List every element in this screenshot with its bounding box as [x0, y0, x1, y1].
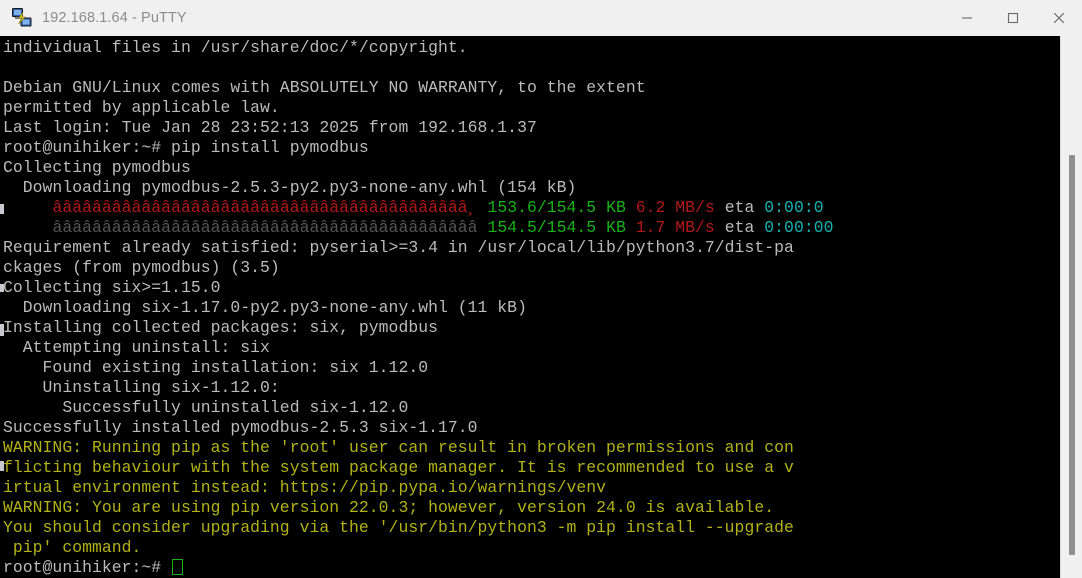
terminal-cursor [172, 559, 184, 575]
terminal-text-span: You should consider upgrading via the '/… [3, 518, 794, 537]
terminal-text-span [715, 218, 725, 237]
render-artifact [0, 324, 4, 336]
window-title: 192.168.1.64 - PuTTY [42, 10, 187, 26]
terminal-line: ââââââââââââââââââââââââââââââââââââââââ… [3, 198, 833, 218]
terminal-text-span: Uninstalling six-1.12.0: [3, 378, 280, 397]
terminal-line: Downloading six-1.17.0-py2.py3-none-any.… [3, 298, 833, 318]
terminal-line: permitted by applicable law. [3, 98, 833, 118]
terminal-line: Last login: Tue Jan 28 23:52:13 2025 fro… [3, 118, 833, 138]
terminal-line: Collecting pymodbus [3, 158, 833, 178]
terminal-text-span: Collecting pymodbus [3, 158, 191, 177]
terminal-line: irtual environment instead: https://pip.… [3, 478, 833, 498]
minimize-button[interactable] [944, 0, 990, 36]
terminal-text-span [3, 198, 52, 217]
terminal-viewport[interactable]: individual files in /usr/share/doc/*/cop… [0, 36, 1060, 578]
terminal-line: Downloading pymodbus-2.5.3-py2.py3-none-… [3, 178, 833, 198]
terminal-text-span [3, 218, 52, 237]
terminal-text-span: ckages (from pymodbus) (3.5) [3, 258, 280, 277]
terminal-text-span: 153.6/154.5 KB [487, 198, 626, 217]
terminal-text-span: ââââââââââââââââââââââââââââââââââââââââ… [52, 198, 468, 217]
terminal-text-span: Last login: Tue Jan 28 23:52:13 2025 fro… [3, 118, 537, 137]
terminal-text-span: Downloading six-1.17.0-py2.py3-none-any.… [3, 298, 527, 317]
terminal-line: WARNING: You are using pip version 22.0.… [3, 498, 833, 518]
terminal-text-span [626, 198, 636, 217]
terminal-line: pip' command. [3, 538, 833, 558]
terminal-line: You should consider upgrading via the '/… [3, 518, 833, 538]
terminal-text-span [626, 218, 636, 237]
terminal-text-span: WARNING: You are using pip version 22.0.… [3, 498, 775, 517]
terminal-text-span: eta [724, 198, 755, 217]
terminal-line: root@unihiker:~# pip install pymodbus [3, 138, 833, 158]
terminal-line: Collecting six>=1.15.0 [3, 278, 833, 298]
maximize-icon [1007, 12, 1019, 24]
terminal-line: Installing collected packages: six, pymo… [3, 318, 833, 338]
terminal-text-span: Found existing installation: six 1.12.0 [3, 358, 429, 377]
terminal-text-span [754, 218, 764, 237]
terminal-text-span: Requirement already satisfied: pyserial>… [3, 238, 794, 257]
terminal-text-span: 0:00:00 [764, 218, 834, 237]
terminal-text-span: 0:00:0 [764, 198, 824, 217]
terminal-text-span [478, 198, 488, 217]
terminal-text-span: Debian GNU/Linux comes with ABSOLUTELY N… [3, 78, 646, 97]
terminal-line: individual files in /usr/share/doc/*/cop… [3, 38, 833, 58]
title-bar[interactable]: 192.168.1.64 - PuTTY [0, 0, 1082, 36]
window-controls [944, 0, 1082, 36]
terminal-text-span: Installing collected packages: six, pymo… [3, 318, 438, 337]
render-artifact [0, 284, 4, 292]
terminal-text-span: individual files in /usr/share/doc/*/cop… [3, 38, 468, 57]
terminal-text-span: pip' command. [3, 538, 142, 557]
terminal-line: WARNING: Running pip as the 'root' user … [3, 438, 833, 458]
terminal-text-span: Successfully uninstalled six-1.12.0 [3, 398, 409, 417]
terminal-line: Uninstalling six-1.12.0: [3, 378, 833, 398]
terminal-text-span [754, 198, 764, 217]
render-artifact [0, 461, 4, 471]
terminal-text-span [715, 198, 725, 217]
terminal-text-span: root@unihiker:~# pip install pymodbus [3, 138, 369, 157]
terminal-text-span: Attempting uninstall: six [3, 338, 270, 357]
terminal-line: Successfully installed pymodbus-2.5.3 si… [3, 418, 833, 438]
terminal-text-span: eta [724, 218, 755, 237]
terminal-line: Requirement already satisfied: pyserial>… [3, 238, 833, 258]
terminal-text-span: root@unihiker:~# [3, 558, 172, 577]
terminal-text-span: WARNING: Running pip as the 'root' user … [3, 438, 794, 457]
terminal-line: Debian GNU/Linux comes with ABSOLUTELY N… [3, 78, 833, 98]
terminal-line: flicting behaviour with the system packa… [3, 458, 833, 478]
terminal-line: Attempting uninstall: six [3, 338, 833, 358]
render-artifact [0, 204, 4, 214]
terminal-text-span: 154.5/154.5 KB [487, 218, 626, 237]
terminal-line: ââââââââââââââââââââââââââââââââââââââââ… [3, 218, 833, 238]
terminal-line: Found existing installation: six 1.12.0 [3, 358, 833, 378]
minimize-icon [962, 17, 972, 19]
terminal-text-span: Collecting six>=1.15.0 [3, 278, 221, 297]
terminal-scrollbar[interactable] [1060, 36, 1082, 578]
scrollbar-thumb[interactable] [1069, 155, 1075, 555]
terminal-line: ckages (from pymodbus) (3.5) [3, 258, 833, 278]
terminal-line: Successfully uninstalled six-1.12.0 [3, 398, 833, 418]
close-icon [1053, 12, 1065, 24]
terminal-text-span: irtual environment instead: https://pip.… [3, 478, 607, 497]
terminal-text-span: ââââââââââââââââââââââââââââââââââââââââ… [52, 218, 478, 237]
terminal-area[interactable]: individual files in /usr/share/doc/*/cop… [0, 36, 1082, 578]
terminal-text-span: 1.7 MB/s [635, 218, 715, 237]
terminal-text-span [478, 218, 488, 237]
terminal-text-span: flicting behaviour with the system packa… [3, 458, 794, 477]
putty-icon [11, 7, 33, 29]
close-button[interactable] [1036, 0, 1082, 36]
putty-window: 192.168.1.64 - PuTTY individual files in… [0, 0, 1082, 578]
terminal-line: root@unihiker:~# [3, 558, 833, 578]
terminal-text-span: permitted by applicable law. [3, 98, 280, 117]
terminal-output: individual files in /usr/share/doc/*/cop… [3, 38, 833, 578]
terminal-text-span: Downloading pymodbus-2.5.3-py2.py3-none-… [3, 178, 577, 197]
terminal-text-span: ¸ [467, 198, 478, 217]
maximize-button[interactable] [990, 0, 1036, 36]
terminal-text-span: 6.2 MB/s [635, 198, 715, 217]
terminal-text-span: Successfully installed pymodbus-2.5.3 si… [3, 418, 478, 437]
